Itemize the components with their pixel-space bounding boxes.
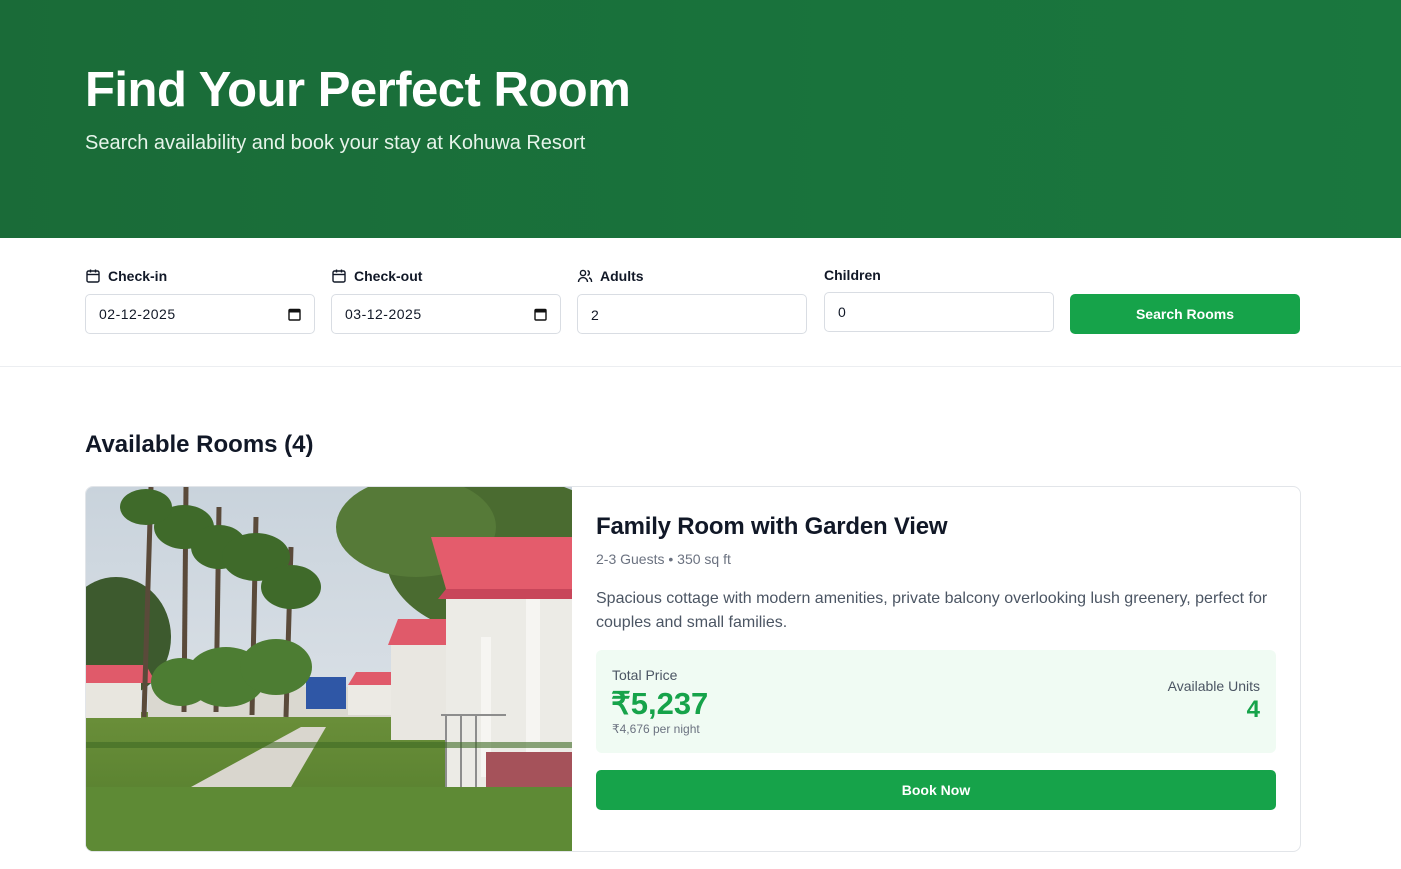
checkout-date-input[interactable]: 03-12-2025 [331, 294, 561, 334]
total-price: ₹5,237 [611, 686, 709, 721]
page-title: Find Your Perfect Room [85, 63, 631, 117]
checkin-label: Check-in [85, 268, 167, 284]
room-guests: 2-3 Guests [596, 551, 665, 567]
per-night-price: ₹4,676 per night [612, 722, 700, 736]
calendar-icon [332, 269, 346, 283]
search-rooms-button[interactable]: Search Rooms [1070, 294, 1300, 334]
children-label: Children [824, 267, 881, 283]
available-units-count: 4 [1246, 696, 1260, 723]
checkout-label: Check-out [331, 268, 422, 284]
room-description: Spacious cottage with modern amenities, … [596, 590, 1268, 631]
room-photo [86, 487, 572, 851]
available-rooms-heading: Available Rooms (4) [85, 431, 314, 458]
date-picker-icon[interactable] [534, 308, 547, 321]
users-icon [577, 269, 593, 283]
book-now-button[interactable]: Book Now [596, 770, 1276, 810]
meta-separator: • [668, 551, 678, 567]
checkin-date-input[interactable]: 02-12-2025 [85, 294, 315, 334]
room-size: 350 sq ft [677, 551, 731, 567]
available-units-label: Available Units [1167, 678, 1260, 694]
children-input[interactable]: 0 [824, 292, 1054, 332]
hero-banner: Find Your Perfect Room Search availabili… [0, 0, 1401, 238]
search-form: Check-in 02-12-2025 Check-out 03-12-2025… [0, 238, 1401, 367]
date-picker-icon[interactable] [288, 308, 301, 321]
adults-label: Adults [577, 268, 644, 284]
price-summary: Total Price ₹5,237 ₹4,676 per night Avai… [596, 650, 1276, 753]
page-subtitle: Search availability and book your stay a… [85, 132, 586, 154]
calendar-icon [86, 269, 100, 283]
room-card: Family Room with Garden View 2-3 Guests … [85, 486, 1301, 852]
room-name: Family Room with Garden View [596, 513, 948, 540]
adults-input[interactable]: 2 [577, 294, 807, 334]
room-meta: 2-3 Guests • 350 sq ft [596, 551, 731, 567]
total-price-label: Total Price [612, 667, 678, 683]
